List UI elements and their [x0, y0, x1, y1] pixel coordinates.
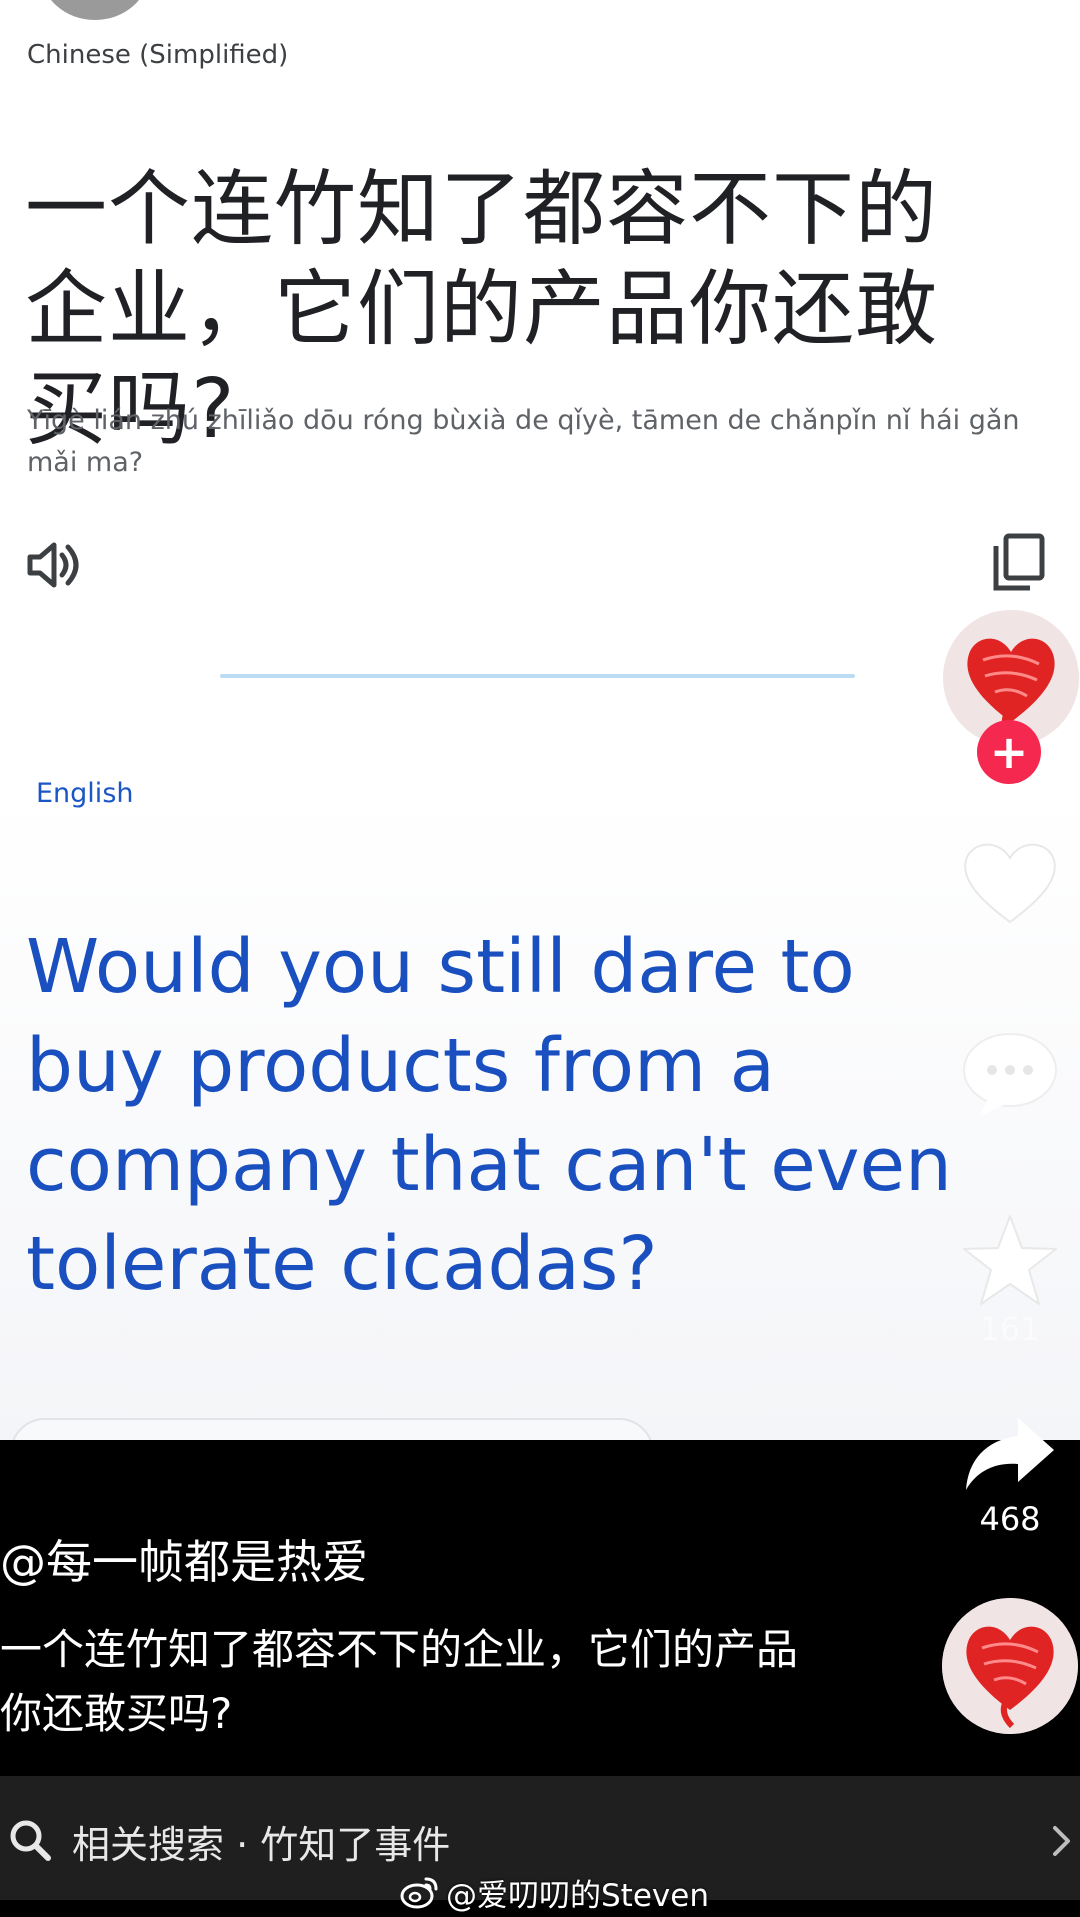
- favorite-button[interactable]: 161: [955, 1212, 1065, 1348]
- follow-plus-icon[interactable]: +: [977, 720, 1041, 784]
- copy-icon[interactable]: [990, 532, 1046, 592]
- search-icon: [10, 1820, 51, 1861]
- comment-icon: [963, 1033, 1057, 1116]
- post-caption: 一个连竹知了都容不下的企业，它们的产品你还敢买吗?: [0, 1625, 799, 1738]
- romanization-text: Yīgè lián zhú zhīliǎo dōu róng bùxià de …: [27, 405, 1020, 478]
- related-search-text: 相关搜索 · 竹知了事件: [72, 1823, 451, 1867]
- music-disc[interactable]: [942, 1598, 1078, 1734]
- account-avatar[interactable]: [40, 0, 150, 20]
- target-language-label: English: [36, 778, 134, 809]
- chevron-right-icon: [1053, 1826, 1070, 1856]
- star-icon: [963, 1215, 1057, 1305]
- share-button[interactable]: 468: [955, 1410, 1065, 1538]
- source-language-label: Chinese (Simplified): [27, 40, 289, 70]
- translated-text: Would you still dare to buy products fro…: [26, 924, 952, 1307]
- share-icon: [966, 1418, 1054, 1490]
- translation-screen: Chinese (Simplified) 一个连竹知了都容不下的企业，它们的产品…: [0, 0, 1080, 1440]
- comment-button[interactable]: [955, 1030, 1065, 1120]
- like-button[interactable]: [955, 838, 1065, 928]
- speaker-icon[interactable]: [24, 535, 84, 595]
- author-handle[interactable]: @每一帧都是热爱: [0, 1526, 368, 1592]
- input-pill[interactable]: [10, 1418, 654, 1440]
- heart-icon: [964, 843, 1056, 924]
- favorite-count: 161: [979, 1310, 1041, 1348]
- weibo-logo: [400, 1877, 438, 1909]
- section-divider: [220, 674, 855, 678]
- watermark-text: @爱叨叨的Steven: [446, 1877, 709, 1914]
- weibo-watermark: @爱叨叨的Steven: [400, 1870, 709, 1914]
- share-count: 468: [979, 1500, 1041, 1538]
